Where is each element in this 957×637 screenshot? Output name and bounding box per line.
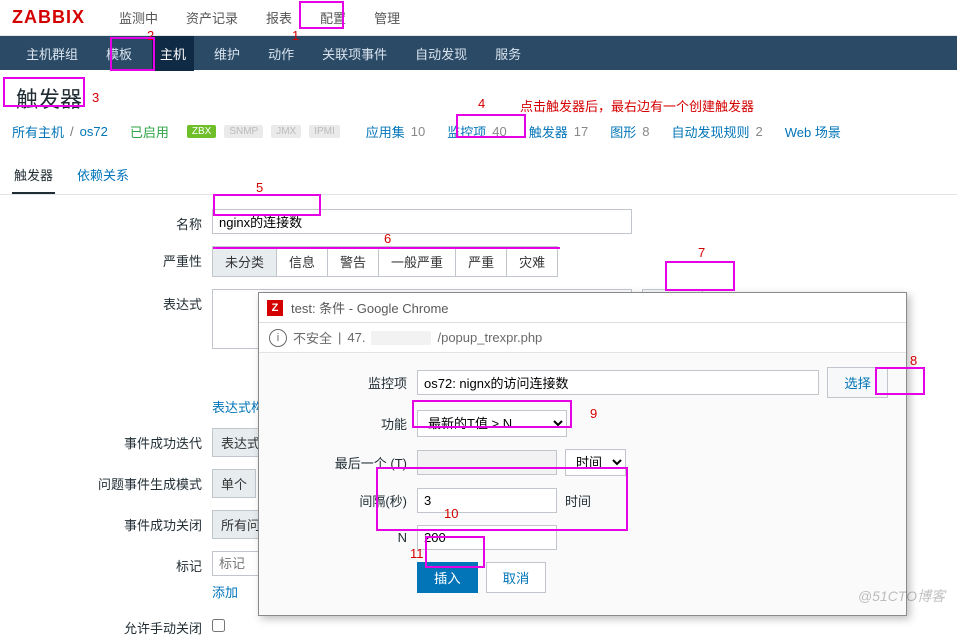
interval-unit: 时间 bbox=[565, 491, 591, 510]
logo: ZABBIX bbox=[12, 7, 85, 28]
sev-average[interactable]: 一般严重 bbox=[379, 247, 456, 276]
popup-title-text: test: 条件 - Google Chrome bbox=[291, 298, 449, 317]
p-label-func: 功能 bbox=[277, 414, 417, 433]
p-label-last: 最后一个 (T) bbox=[277, 453, 417, 472]
url-redacted bbox=[371, 331, 431, 345]
tab-triggers[interactable]: 触发器 bbox=[12, 157, 55, 194]
label-event-ok-iter: 事件成功迭代 bbox=[12, 428, 212, 452]
sev-high[interactable]: 严重 bbox=[456, 247, 507, 276]
label-expression: 表达式 bbox=[12, 289, 212, 313]
label-severity: 严重性 bbox=[12, 246, 212, 270]
sub-nav: 主机群组 模板 主机 维护 动作 关联项事件 自动发现 服务 bbox=[0, 36, 957, 70]
badge-zbx: ZBX bbox=[187, 125, 216, 138]
input-name[interactable] bbox=[212, 209, 632, 234]
popup-body: 监控项 选择 功能 最新的T值 > N 最后一个 (T) 时间 间隔(秒) 时间 bbox=[259, 353, 906, 619]
insert-button[interactable]: 插入 bbox=[417, 562, 478, 593]
add-tag-link[interactable]: 添加 bbox=[212, 582, 238, 601]
label-name: 名称 bbox=[12, 209, 212, 233]
tab-bar: 触发器 依赖关系 bbox=[0, 157, 957, 195]
status-enabled: 已启用 bbox=[130, 122, 169, 141]
label-manual-close: 允许手动关闭 bbox=[12, 613, 212, 637]
topnav-inventory[interactable]: 资产记录 bbox=[182, 0, 242, 35]
subnav-discovery[interactable]: 自动发现 bbox=[407, 36, 475, 71]
p-select-last-unit[interactable]: 时间 bbox=[565, 449, 626, 476]
sev-disaster[interactable]: 灾难 bbox=[507, 247, 557, 276]
p-label-interval: 间隔(秒) bbox=[277, 491, 417, 510]
topnav-config[interactable]: 配置 bbox=[316, 0, 350, 35]
crumb-all-hosts[interactable]: 所有主机 bbox=[12, 122, 64, 141]
p-input-last[interactable] bbox=[417, 450, 557, 475]
top-nav: ZABBIX 监测中 资产记录 报表 配置 管理 bbox=[0, 0, 957, 36]
link-discovery-rules[interactable]: 自动发现规则 bbox=[671, 122, 749, 141]
zabbix-favicon: Z bbox=[267, 300, 283, 316]
insecure-label: 不安全 bbox=[293, 328, 332, 347]
link-graphs[interactable]: 图形 bbox=[610, 122, 636, 141]
sev-not-classified[interactable]: 未分类 bbox=[213, 247, 277, 276]
badge-ipmi: IPMI bbox=[309, 125, 340, 138]
crumb-host[interactable]: os72 bbox=[80, 124, 108, 139]
badge-jmx: JMX bbox=[271, 125, 301, 138]
page-header: 触发器 bbox=[0, 70, 957, 118]
badge-snmp: SNMP bbox=[224, 125, 263, 138]
p-select-func[interactable]: 最新的T值 > N bbox=[417, 410, 567, 437]
page-title: 触发器 bbox=[12, 85, 86, 114]
subnav-hosts[interactable]: 主机 bbox=[152, 36, 194, 71]
label-tags: 标记 bbox=[12, 551, 212, 575]
subnav-hostgroups[interactable]: 主机群组 bbox=[18, 36, 86, 71]
subnav-maintenance[interactable]: 维护 bbox=[206, 36, 248, 71]
p-input-item[interactable] bbox=[417, 370, 819, 395]
label-event-ok-close: 事件成功关闭 bbox=[12, 510, 212, 534]
select-item-button[interactable]: 选择 bbox=[827, 367, 888, 398]
url-prefix: 47. bbox=[347, 330, 365, 345]
p-label-n: N bbox=[277, 530, 417, 545]
subnav-templates[interactable]: 模板 bbox=[98, 36, 140, 71]
link-applications[interactable]: 应用集 bbox=[366, 122, 405, 141]
topnav-monitor[interactable]: 监测中 bbox=[115, 0, 162, 35]
select-problem-mode[interactable]: 单个 bbox=[212, 469, 256, 498]
info-icon: i bbox=[269, 329, 287, 347]
url-suffix: /popup_trexpr.php bbox=[437, 330, 542, 345]
subnav-actions[interactable]: 动作 bbox=[260, 36, 302, 71]
topnav-reports[interactable]: 报表 bbox=[262, 0, 296, 35]
p-label-item: 监控项 bbox=[277, 373, 417, 392]
label-problem-mode: 问题事件生成模式 bbox=[12, 469, 212, 493]
host-crumb: 所有主机 / os72 已启用 ZBX SNMP JMX IPMI 应用集10 … bbox=[0, 118, 957, 153]
topnav-admin[interactable]: 管理 bbox=[370, 0, 404, 35]
watermark: @51CTO博客 bbox=[858, 586, 945, 606]
tab-dependencies[interactable]: 依赖关系 bbox=[75, 157, 131, 194]
popup-url-bar: i 不安全 | 47. /popup_trexpr.php bbox=[259, 323, 906, 353]
severity-group: 未分类 信息 警告 一般严重 严重 灾难 bbox=[212, 246, 558, 277]
checkbox-manual-close[interactable] bbox=[212, 619, 225, 632]
p-input-interval[interactable] bbox=[417, 488, 557, 513]
p-input-n[interactable] bbox=[417, 525, 557, 550]
link-web[interactable]: Web 场景 bbox=[785, 122, 841, 141]
link-triggers[interactable]: 触发器 bbox=[529, 122, 568, 141]
subnav-services[interactable]: 服务 bbox=[487, 36, 529, 71]
popup-titlebar: Z test: 条件 - Google Chrome bbox=[259, 293, 906, 323]
sev-info[interactable]: 信息 bbox=[277, 247, 328, 276]
link-items[interactable]: 监控项 bbox=[447, 122, 486, 141]
sev-warning[interactable]: 警告 bbox=[328, 247, 379, 276]
condition-popup: Z test: 条件 - Google Chrome i 不安全 | 47. /… bbox=[258, 292, 907, 616]
cancel-button[interactable]: 取消 bbox=[486, 562, 547, 593]
